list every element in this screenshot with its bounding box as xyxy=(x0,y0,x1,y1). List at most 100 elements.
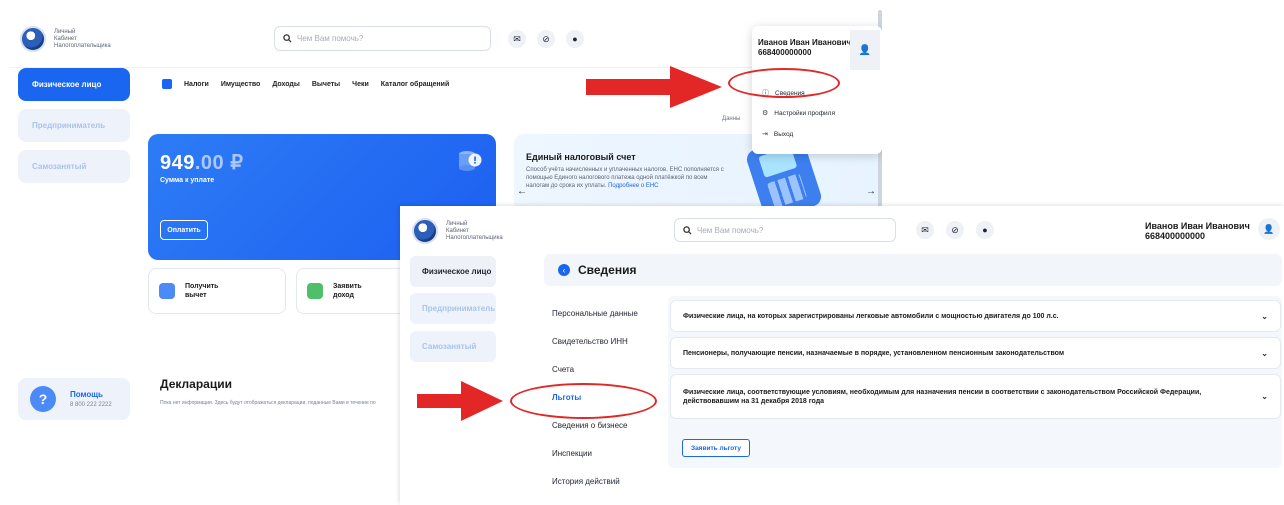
benefit-accordion[interactable]: Физические лица, соответствующие условия… xyxy=(670,374,1281,419)
user-inn: 668400000000 xyxy=(758,48,812,57)
home-icon[interactable] xyxy=(162,79,172,89)
logo-line: Налогоплательщика xyxy=(54,42,111,49)
sidebar-item-entrepreneur[interactable]: Предприниматель xyxy=(18,109,130,142)
search-placeholder: Чем Вам помочь? xyxy=(697,225,764,235)
nav-deductions[interactable]: Вычеты xyxy=(312,81,340,88)
amount-cents: .00 ₽ xyxy=(194,152,244,174)
emblem-icon xyxy=(412,218,438,244)
page-header: ‹ Сведения xyxy=(544,254,1282,286)
tile-deduction[interactable]: Получить вычет xyxy=(148,268,286,314)
red-arrow-annotation xyxy=(417,381,503,421)
help-icon: ? xyxy=(30,386,56,412)
logo-line: Личный xyxy=(54,28,76,35)
back-arrow-icon[interactable]: ‹ xyxy=(558,264,570,276)
logo-text: Личный Кабинет Налогоплательщика xyxy=(446,221,503,242)
logo-text: Личный Кабинет Налогоплательщика xyxy=(54,29,111,50)
menu-action-history[interactable]: История действий xyxy=(552,477,620,486)
logo-line: Кабинет xyxy=(54,35,77,42)
sidebar-item-selfemployed[interactable]: Самозанятый xyxy=(410,331,496,362)
income-icon xyxy=(307,283,323,299)
logo-line: Кабинет xyxy=(446,227,469,234)
balance-label: Сумма к уплате xyxy=(160,177,215,184)
search-input[interactable]: Чем Вам помочь? xyxy=(674,218,896,242)
emblem-icon xyxy=(20,26,46,52)
mail-icon[interactable]: ✉ xyxy=(916,221,934,239)
eye-off-icon[interactable]: ⊘ xyxy=(946,221,964,239)
search-placeholder: Чем Вам помочь? xyxy=(297,34,364,43)
benefit-accordion[interactable]: Физические лица, на которых зарегистриро… xyxy=(670,300,1281,332)
nav-income[interactable]: Доходы xyxy=(272,81,300,88)
lightbulb-icon[interactable]: ● xyxy=(566,30,584,48)
chevron-down-icon: ⌄ xyxy=(1261,348,1268,358)
info-screen: Личный Кабинет Налогоплательщика Чем Вам… xyxy=(400,206,1284,505)
help-phone: 8 800 222 2222 xyxy=(70,402,112,408)
help-widget[interactable]: ? Помощь 8 800 222 2222 xyxy=(18,378,130,420)
claim-benefit-button[interactable]: Заявить льготу xyxy=(682,439,750,457)
sidebar-item-label: Предприниматель xyxy=(422,304,496,313)
help-title: Помощь xyxy=(70,390,103,399)
nav-property[interactable]: Имущество xyxy=(221,81,261,88)
logo-line: Налогоплательщика xyxy=(446,234,503,241)
chevron-down-icon: ⌄ xyxy=(1261,392,1268,401)
menu-inspections[interactable]: Инспекции xyxy=(552,449,592,458)
menu-item-label: Выход xyxy=(773,130,794,138)
mail-icon[interactable]: ✉ xyxy=(508,30,526,48)
declarations-text: Пока нет информации. Здесь будут отображ… xyxy=(160,400,376,406)
red-oval-annotation xyxy=(728,68,840,98)
menu-item-logout[interactable]: ⇥ Выход xyxy=(762,130,794,139)
search-icon xyxy=(683,225,692,235)
nav-receipts[interactable]: Чеки xyxy=(352,81,369,88)
sidebar-item-label: Самозанятый xyxy=(422,342,477,351)
menu-accounts[interactable]: Счета xyxy=(552,365,574,374)
arrow-left-icon[interactable]: ← xyxy=(517,186,527,197)
data-link[interactable]: Данны xyxy=(722,116,740,122)
benefit-text: Физические лица, соответствующие условия… xyxy=(683,388,1202,405)
user-name: Иванов Иван Иванович xyxy=(758,38,852,47)
declarations-title: Декларации xyxy=(160,377,232,391)
red-arrow-annotation xyxy=(586,66,722,108)
sidebar-item-label: Самозанятый xyxy=(32,162,87,171)
search-input[interactable]: Чем Вам помочь? xyxy=(274,26,491,51)
tile-label: Заявить доход xyxy=(333,283,362,299)
nav-requests[interactable]: Каталог обращений xyxy=(381,81,449,88)
amount-main: 949 xyxy=(160,152,195,174)
logo[interactable]: Личный Кабинет Налогоплательщика xyxy=(20,26,111,52)
benefit-text: Физические лица, на которых зарегистриро… xyxy=(683,312,1059,320)
logo[interactable]: Личный Кабинет Налогоплательщика xyxy=(412,218,503,244)
search-icon xyxy=(283,34,292,43)
ens-more-link[interactable]: Подробнее о ЕНС xyxy=(608,183,658,189)
avatar-icon[interactable]: 👤 xyxy=(850,30,880,70)
menu-item-label: Настройки профиля xyxy=(774,109,835,117)
sidebar-item-individual[interactable]: Физическое лицо xyxy=(18,68,130,101)
sidebar-item-label: Физическое лицо xyxy=(422,267,492,276)
menu-inn-certificate[interactable]: Свидетельство ИНН xyxy=(552,337,628,346)
arrow-right-icon[interactable]: → xyxy=(866,186,876,197)
user-name: Иванов Иван Иванович xyxy=(1145,221,1250,231)
nav-taxes[interactable]: Налоги xyxy=(184,81,209,88)
ens-title: Единый налоговый счет xyxy=(526,152,636,162)
gear-icon: ⚙ xyxy=(762,110,769,117)
benefit-accordion[interactable]: Пенсионеры, получающие пенсии, назначаем… xyxy=(670,337,1281,369)
avatar-icon[interactable]: 👤 xyxy=(1258,218,1280,240)
lightbulb-icon[interactable]: ● xyxy=(976,221,994,239)
deduction-icon xyxy=(159,283,175,299)
menu-business-info[interactable]: Сведения о бизнесе xyxy=(552,421,627,430)
menu-personal-data[interactable]: Персональные данные xyxy=(552,309,638,318)
benefit-text: Пенсионеры, получающие пенсии, назначаем… xyxy=(683,349,1065,357)
sidebar-item-label: Физическое лицо xyxy=(32,80,102,89)
sidebar-item-entrepreneur[interactable]: Предприниматель xyxy=(410,293,496,324)
sidebar-item-label: Предприниматель xyxy=(32,121,106,130)
chevron-down-icon: ⌄ xyxy=(1261,311,1268,321)
sidebar-item-individual[interactable]: Физическое лицо xyxy=(410,256,496,287)
dropdown-user: Иванов Иван Иванович 668400000000 xyxy=(758,38,851,58)
composite-screenshot: Личный Кабинет Налогоплательщика Чем Вам… xyxy=(0,0,1284,505)
tile-income[interactable]: Заявить доход xyxy=(296,268,406,314)
logo-line: Личный xyxy=(446,220,468,227)
sidebar-item-selfemployed[interactable]: Самозанятый xyxy=(18,150,130,183)
logout-icon: ⇥ xyxy=(762,131,768,138)
eye-off-icon[interactable]: ⊘ xyxy=(537,30,555,48)
pay-button[interactable]: Оплатить xyxy=(160,220,208,240)
menu-item-settings[interactable]: ⚙ Настройки профиля xyxy=(762,109,835,118)
red-oval-annotation xyxy=(510,383,657,419)
user-info[interactable]: Иванов Иван Иванович 668400000000 xyxy=(1145,221,1250,241)
